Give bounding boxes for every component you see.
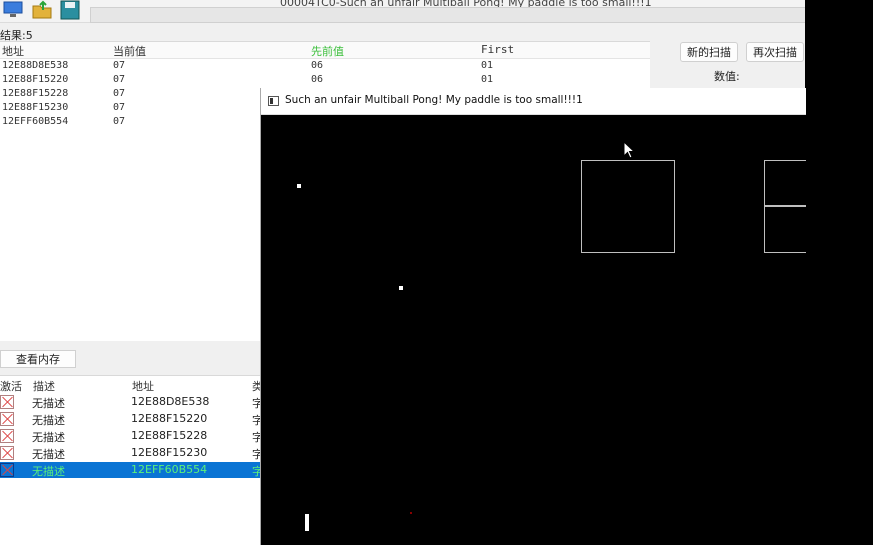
computer-icon[interactable] bbox=[2, 0, 24, 20]
row-address: 12E88D8E538 bbox=[131, 395, 210, 408]
target-block bbox=[764, 205, 806, 253]
address-list[interactable]: 激活 描述 地址 类 无描述 12E88D8E538 字 无描述 12E88F1… bbox=[0, 375, 263, 545]
title-bar: 00004TC0-Such an unfair Multiball Pong! … bbox=[0, 0, 805, 23]
row-address: 12E88F15220 bbox=[131, 412, 208, 425]
result-current: 07 bbox=[113, 88, 126, 99]
results-header: 地址 当前值 先前值 First bbox=[0, 42, 650, 59]
header-active[interactable]: 激活 bbox=[0, 378, 22, 394]
row-address: 12E88F15228 bbox=[131, 429, 208, 442]
player-paddle bbox=[305, 514, 309, 531]
result-address: 12E88F15228 bbox=[2, 88, 69, 99]
address-row[interactable]: 无描述 12E88F15230 字 bbox=[0, 445, 263, 461]
save-icon[interactable] bbox=[59, 0, 81, 20]
memory-view-button[interactable]: 查看内存 bbox=[0, 350, 76, 368]
result-address: 12EFF60B554 bbox=[2, 116, 69, 127]
address-row-selected[interactable]: 无描述 12EFF60B554 字 bbox=[0, 462, 263, 478]
result-current: 07 bbox=[113, 60, 126, 71]
active-checkbox[interactable] bbox=[0, 395, 14, 409]
header-previous-value[interactable]: 先前值 bbox=[311, 43, 344, 59]
pong-game-window[interactable]: Such an unfair Multiball Pong! My paddle… bbox=[260, 88, 806, 545]
app-window-icon bbox=[268, 96, 279, 106]
address-row[interactable]: 无描述 12E88F15220 字 bbox=[0, 411, 263, 427]
result-row[interactable]: 12E88F15220 07 06 01 bbox=[0, 74, 650, 88]
ball bbox=[297, 184, 301, 188]
result-row[interactable]: 12E88D8E538 07 06 01 bbox=[0, 60, 650, 74]
result-current: 07 bbox=[113, 74, 126, 85]
active-checkbox[interactable] bbox=[0, 463, 14, 477]
mouse-cursor-icon bbox=[623, 141, 636, 159]
row-address: 12EFF60B554 bbox=[131, 463, 208, 476]
active-checkbox[interactable] bbox=[0, 429, 14, 443]
pong-title-bar[interactable]: Such an unfair Multiball Pong! My paddle… bbox=[261, 88, 806, 115]
header-description[interactable]: 描述 bbox=[33, 378, 55, 394]
row-description: 无描述 bbox=[32, 448, 65, 461]
ball bbox=[399, 286, 403, 290]
row-address: 12E88F15230 bbox=[131, 446, 208, 459]
active-checkbox[interactable] bbox=[0, 446, 14, 460]
target-block bbox=[581, 160, 675, 253]
active-checkbox[interactable] bbox=[0, 412, 14, 426]
open-folder-icon[interactable] bbox=[31, 0, 53, 20]
pong-window-title: Such an unfair Multiball Pong! My paddle… bbox=[285, 94, 583, 106]
value-label: 数值: bbox=[714, 70, 740, 83]
row-description: 无描述 bbox=[32, 414, 65, 427]
header-address[interactable]: 地址 bbox=[132, 378, 154, 394]
header-address[interactable]: 地址 bbox=[2, 43, 24, 59]
header-first[interactable]: First bbox=[481, 43, 514, 56]
results-empty-area bbox=[0, 133, 262, 341]
result-current: 07 bbox=[113, 116, 126, 127]
address-row[interactable]: 无描述 12E88F15228 字 bbox=[0, 428, 263, 444]
row-description: 无描述 bbox=[32, 397, 65, 410]
result-current: 07 bbox=[113, 102, 126, 113]
row-description: 无描述 bbox=[32, 465, 65, 478]
result-first: 01 bbox=[481, 74, 494, 85]
address-list-header: 激活 描述 地址 类 bbox=[0, 376, 263, 394]
result-address: 12E88D8E538 bbox=[2, 60, 69, 71]
next-scan-button[interactable]: 再次扫描 bbox=[746, 42, 804, 62]
result-first: 01 bbox=[481, 60, 494, 71]
result-address: 12E88F15230 bbox=[2, 102, 69, 113]
address-row[interactable]: 无描述 12E88D8E538 字 bbox=[0, 394, 263, 410]
result-previous: 06 bbox=[311, 60, 324, 71]
new-scan-button[interactable]: 新的扫描 bbox=[680, 42, 738, 62]
scan-progress-bar bbox=[90, 7, 805, 23]
result-address: 12E88F15220 bbox=[2, 74, 69, 85]
ball bbox=[410, 512, 412, 514]
target-block bbox=[764, 160, 806, 207]
result-previous: 06 bbox=[311, 74, 324, 85]
header-current-value[interactable]: 当前值 bbox=[113, 43, 146, 59]
row-description: 无描述 bbox=[32, 431, 65, 444]
